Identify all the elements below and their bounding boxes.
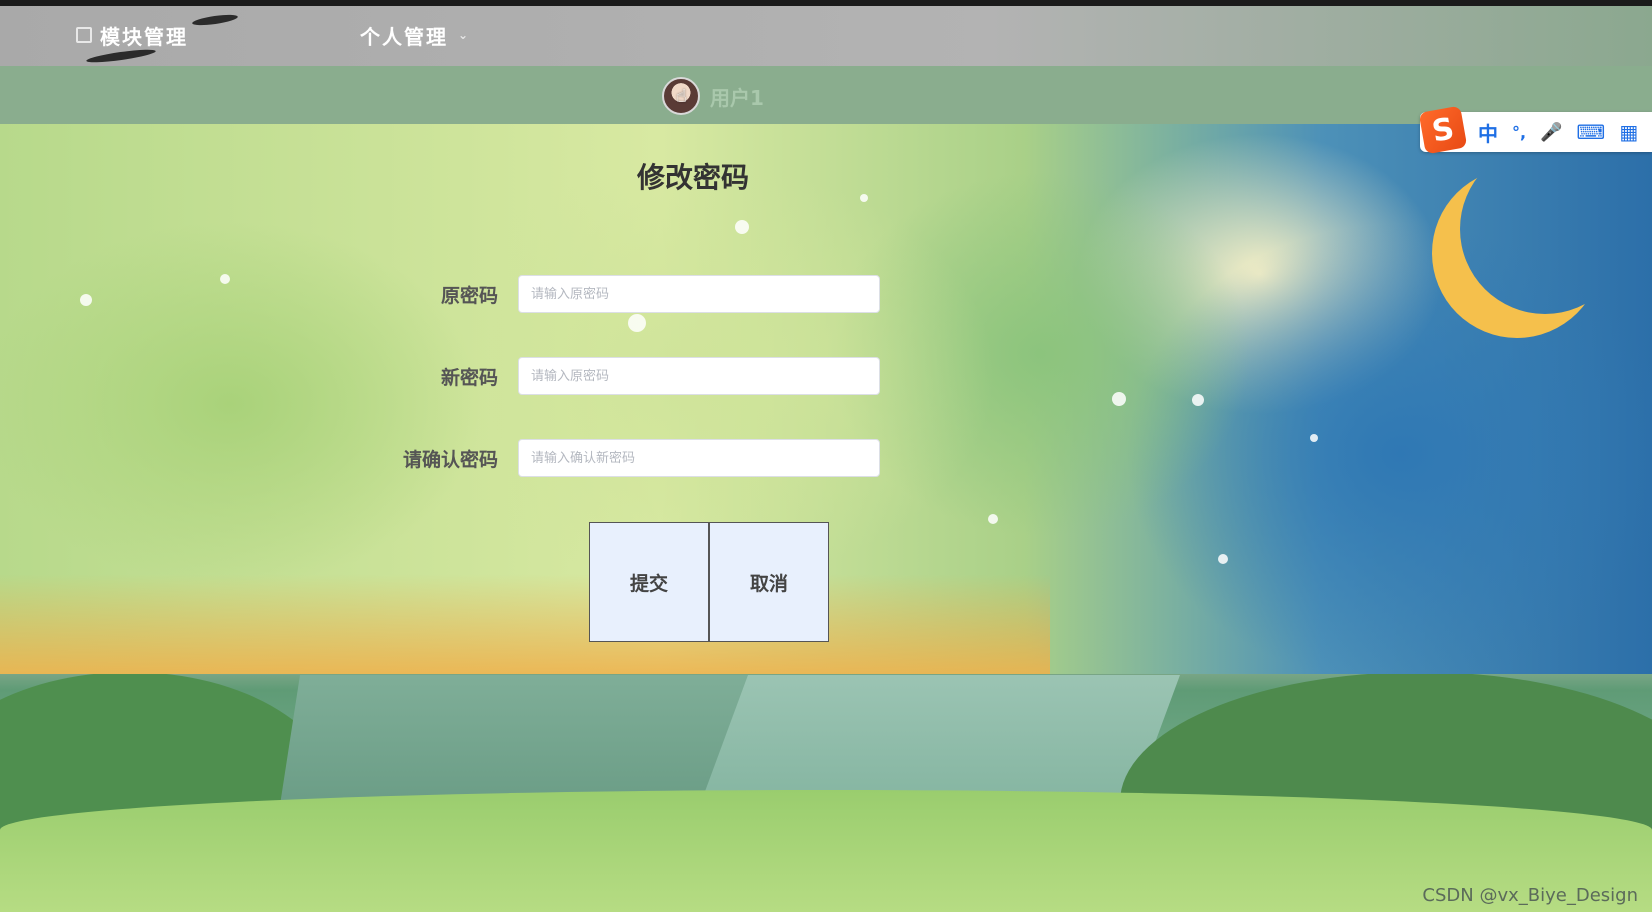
- nav-item-module-management[interactable]: 模块管理: [76, 20, 188, 50]
- old-password-label: 原密码: [440, 284, 498, 307]
- grid-menu-icon[interactable]: ▦: [1619, 120, 1638, 144]
- form-row-confirm-password: 请确认密码: [360, 438, 880, 478]
- square-icon: [76, 27, 92, 43]
- form-row-old-password: 原密码: [360, 274, 880, 314]
- ime-toolbar: S 中 °, 🎤 ⌨ ▦: [1418, 105, 1652, 155]
- nav-item-label: 模块管理: [100, 24, 188, 49]
- chevron-down-icon: ⌄: [458, 28, 471, 42]
- cancel-button[interactable]: 取消: [709, 522, 829, 642]
- snow-dot: [220, 274, 230, 284]
- confirm-password-input[interactable]: [518, 439, 880, 477]
- nav-item-label: 个人管理: [360, 24, 448, 49]
- sogou-logo-icon[interactable]: S: [1418, 105, 1468, 155]
- background-grass: [0, 790, 1652, 912]
- snow-dot: [1192, 394, 1204, 406]
- keyboard-icon[interactable]: ⌨: [1577, 120, 1606, 144]
- background-road-right: [700, 675, 1180, 805]
- bird-decoration-icon: [191, 12, 239, 28]
- snow-dot: [628, 314, 646, 332]
- background-decoration: [0, 574, 1050, 674]
- snow-dot: [80, 294, 92, 306]
- background-road-left: [280, 675, 780, 805]
- new-password-label: 新密码: [440, 366, 498, 389]
- change-password-panel: 修改密码 原密码 新密码 请确认密码 提交 取消: [0, 124, 1652, 674]
- microphone-icon[interactable]: 🎤: [1540, 122, 1562, 143]
- ime-punctuation-toggle[interactable]: °,: [1512, 123, 1526, 142]
- confirm-password-label: 请确认密码: [402, 448, 498, 471]
- new-password-input[interactable]: [518, 357, 880, 395]
- submit-button[interactable]: 提交: [589, 522, 709, 642]
- snow-dot: [1112, 392, 1126, 406]
- moon-icon: [1460, 144, 1630, 314]
- snow-dot: [1218, 554, 1228, 564]
- snow-dot: [988, 514, 998, 524]
- user-bar: ☝ 用户1: [0, 66, 1652, 124]
- watermark: CSDN @vx_Biye_Design: [1422, 885, 1638, 906]
- username[interactable]: 用户1: [710, 82, 764, 111]
- snow-dot: [1310, 434, 1318, 442]
- top-navbar: 模块管理 个人管理 ⌄: [0, 6, 1652, 69]
- nav-item-personal-management[interactable]: 个人管理 ⌄: [360, 20, 470, 50]
- snow-dot: [735, 220, 749, 234]
- form-row-new-password: 新密码: [360, 356, 880, 396]
- hand-cursor-icon: ☝: [676, 86, 687, 107]
- old-password-input[interactable]: [518, 275, 880, 313]
- ime-language-toggle[interactable]: 中: [1478, 118, 1498, 147]
- page-title: 修改密码: [636, 161, 749, 194]
